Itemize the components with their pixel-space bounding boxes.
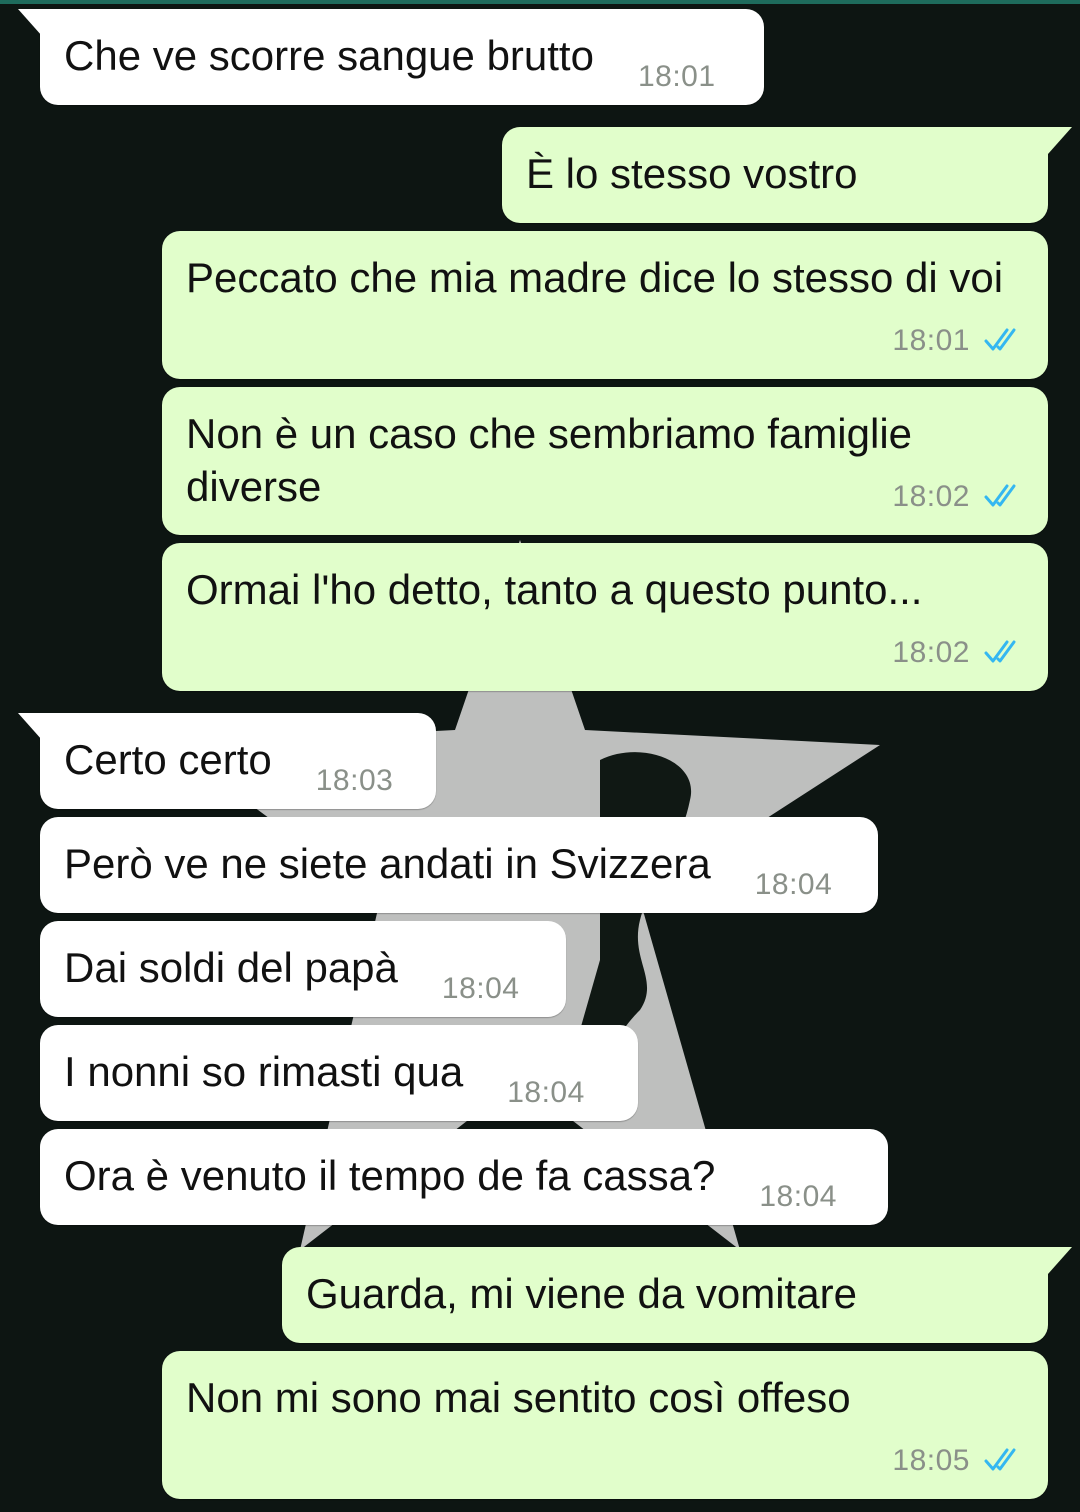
message-meta: 18:05 (892, 1429, 1024, 1487)
message-meta: 18:04 (755, 853, 833, 911)
double-check-icon (984, 1448, 1016, 1471)
double-check-icon (984, 328, 1016, 351)
message-text: Non mi sono mai sentito così offeso (186, 1374, 851, 1421)
message-meta: 18:04 (507, 1061, 585, 1119)
message-text: Certo certo (64, 736, 272, 783)
outgoing-message-bubble[interactable]: Non mi sono mai sentito così offeso 18:05 (162, 1351, 1048, 1499)
message-text: Non è un caso che sembriamo famiglie div… (186, 410, 913, 510)
outgoing-message-bubble[interactable]: Guarda, mi viene da vomitare18:05 (282, 1247, 1072, 1384)
message-timestamp: 18:01 (892, 324, 970, 357)
message-meta: 18:01 (892, 309, 1024, 367)
message-text: Peccato che mia madre dice lo stesso di … (186, 254, 1004, 301)
message-timestamp: 18:03 (315, 764, 394, 797)
double-check-icon (984, 484, 1016, 507)
message-meta: 18:04 (442, 957, 520, 1015)
outgoing-message-bubble[interactable]: Peccato che mia madre dice lo stesso di … (162, 231, 1048, 379)
message-text: Che ve scorre sangue brutto (64, 32, 594, 79)
message-meta: 18:03 (316, 749, 394, 807)
bubble-tail (1032, 1247, 1072, 1283)
incoming-message-bubble[interactable]: Che ve scorre sangue brutto 18:01 (18, 9, 764, 105)
incoming-message-bubble[interactable]: I nonni so rimasti qua 18:04 (40, 1025, 638, 1121)
message-meta: 18:04 (759, 1165, 837, 1223)
message-text: Ormai l'ho detto, tanto a questo punto..… (186, 566, 923, 613)
outgoing-message-bubble[interactable]: È lo stesso vostro18:01 (502, 127, 1072, 264)
message-timestamp: 18:04 (754, 868, 833, 901)
message-timestamp: 18:04 (759, 1180, 837, 1213)
incoming-message-bubble[interactable]: Dai soldi del papà 18:04 (40, 921, 566, 1017)
bubble-tail (18, 713, 58, 749)
message-text: Dai soldi del papà (64, 944, 398, 991)
message-timestamp: 18:02 (892, 480, 970, 513)
message-text: I nonni so rimasti qua (64, 1048, 464, 1095)
message-timestamp: 18:02 (892, 636, 970, 669)
message-text: Guarda, mi viene da vomitare (306, 1270, 857, 1317)
outgoing-message-bubble[interactable]: Ormai l'ho detto, tanto a questo punto..… (162, 543, 1048, 691)
incoming-message-bubble[interactable]: Però ve ne siete andati in Svizzera 18:04 (40, 817, 878, 913)
message-timestamp: 18:04 (507, 1076, 585, 1109)
message-text: Però ve ne siete andati in Svizzera (64, 840, 711, 887)
message-text: Ora è venuto il tempo de fa cassa? (64, 1152, 716, 1199)
message-timestamp: 18:04 (441, 972, 520, 1005)
message-timestamp: 18:05 (892, 1444, 970, 1477)
outgoing-message-bubble[interactable]: Non è un caso che sembriamo famiglie div… (162, 387, 1048, 535)
message-meta: 18:02 (892, 621, 1024, 679)
message-meta: 18:02 (892, 465, 1024, 523)
bubble-tail (18, 9, 58, 45)
incoming-message-bubble[interactable]: Certo certo 18:03 (18, 713, 436, 809)
message-timestamp: 18:01 (637, 60, 716, 93)
message-meta: 18:01 (638, 45, 716, 103)
bubble-tail (1032, 127, 1072, 163)
incoming-message-bubble[interactable]: Ora è venuto il tempo de fa cassa? 18:04 (40, 1129, 888, 1225)
chat-conversation[interactable]: Che ve scorre sangue brutto 18:01 È lo ste… (0, 0, 1080, 1512)
double-check-icon (984, 640, 1016, 663)
message-text: È lo stesso vostro (526, 150, 858, 197)
